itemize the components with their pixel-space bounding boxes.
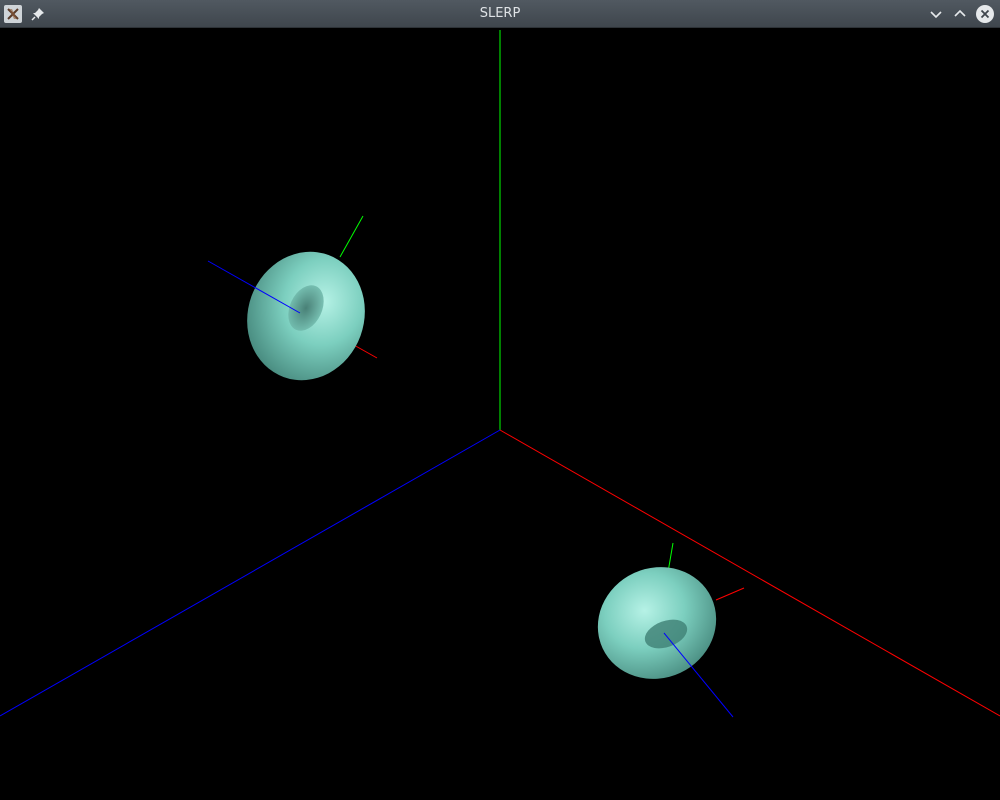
torus-end-x-axis: [715, 587, 745, 601]
chevron-up-icon: [954, 9, 966, 17]
torus-start-y-axis: [339, 215, 364, 258]
title-bar[interactable]: SLERP: [0, 0, 1000, 28]
close-button[interactable]: [975, 4, 995, 24]
world-x-axis: [499, 429, 1000, 717]
scene-canvas[interactable]: [0, 28, 1000, 800]
chevron-down-icon: [930, 11, 942, 19]
torus-end: [597, 542, 745, 718]
world-z-axis: [0, 429, 501, 717]
window-title: SLERP: [479, 6, 521, 21]
app-window: SLERP: [0, 0, 1000, 800]
minimize-button[interactable]: [926, 4, 946, 24]
torus-start: [207, 215, 378, 381]
close-icon: [976, 5, 994, 23]
3d-viewport[interactable]: [0, 28, 1000, 800]
maximize-button[interactable]: [950, 4, 970, 24]
